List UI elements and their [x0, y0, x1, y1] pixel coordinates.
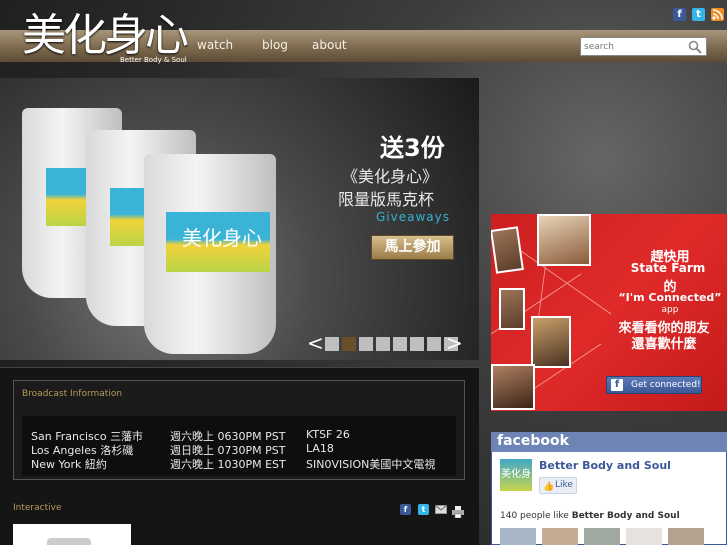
promo-giveaways: Giveaways — [376, 210, 450, 224]
mug-logo-text: 美化身心 — [182, 226, 262, 250]
site-tagline: Better Body & Soul — [120, 56, 187, 64]
rss-icon[interactable] — [711, 8, 724, 21]
mug-image: 美化身心 — [144, 154, 276, 354]
get-connected-label: Get connected! — [631, 380, 701, 390]
broadcast-channel: KTSF 26 — [306, 428, 350, 441]
search-input[interactable] — [584, 40, 684, 54]
slider-dot[interactable] — [342, 337, 356, 351]
slider-prev-icon[interactable]: < — [307, 332, 324, 354]
nav-watch[interactable]: watch — [197, 38, 233, 52]
fan-avatar[interactable] — [500, 528, 536, 545]
broadcast-title: Broadcast Information — [22, 389, 123, 399]
promo-subtitle-2: 限量版馬克杯 — [338, 190, 435, 209]
slider-dot[interactable] — [427, 337, 441, 351]
interactive-title: Interactive — [13, 503, 62, 513]
search-icon[interactable] — [688, 40, 702, 54]
facebook-logo[interactable]: facebook — [497, 433, 569, 449]
facebook-icon[interactable]: f — [673, 8, 686, 21]
fan-avatar[interactable] — [626, 528, 662, 545]
ad-line-4: app — [661, 305, 679, 315]
broadcast-time: 週六晚上 1030PM EST — [170, 458, 286, 471]
twitter-icon[interactable]: t — [418, 504, 429, 515]
slider-dot[interactable] — [325, 337, 339, 351]
slider-dot[interactable] — [393, 337, 407, 351]
promo-subtitle: 《美化身心》 — [342, 167, 439, 186]
facebook-page-avatar[interactable]: 美化身心 — [500, 459, 532, 512]
thumbs-up-icon: 👍 — [543, 482, 555, 492]
print-icon[interactable] — [452, 503, 464, 519]
get-connected-button[interactable]: f Get connected! — [606, 376, 702, 394]
slider-next-icon[interactable]: > — [446, 332, 463, 354]
broadcast-city: New York 紐約 — [31, 458, 107, 471]
ad-brand-logo: State Farm — [630, 261, 706, 275]
ad-line-6: 還喜歡什麼 — [631, 337, 697, 352]
interactive-thumbnail[interactable] — [13, 524, 131, 545]
broadcast-channel: SIN0VISION美國中文電視 — [306, 458, 436, 471]
nav-blog[interactable]: blog — [262, 38, 288, 52]
facebook-count-page[interactable]: Better Body and Soul — [572, 511, 680, 521]
facebook-count-prefix: 140 people like — [500, 511, 569, 521]
facebook-like-count: 140 people like Better Body and Soul — [500, 511, 680, 521]
twitter-icon[interactable]: t — [692, 8, 705, 21]
facebook-icon: f — [611, 379, 623, 391]
promo-title: 送3份 — [380, 134, 445, 162]
slider-dot[interactable] — [410, 337, 424, 351]
broadcast-channel: LA18 — [306, 442, 334, 455]
fan-avatar[interactable] — [542, 528, 578, 545]
join-button[interactable]: 馬上參加 — [371, 235, 454, 260]
facebook-like-label: Like — [555, 480, 573, 490]
slider-dot[interactable] — [376, 337, 390, 351]
email-icon[interactable] — [435, 505, 447, 514]
fan-avatar[interactable] — [668, 528, 704, 545]
ad-line-3: “I'm Connected” — [618, 291, 722, 304]
facebook-like-button[interactable]: 👍 Like — [539, 477, 577, 494]
search-box — [580, 37, 707, 56]
facebook-icon[interactable]: f — [400, 504, 411, 515]
nav-about[interactable]: about — [312, 38, 347, 52]
facebook-page-name[interactable]: Better Body and Soul — [539, 459, 671, 472]
slider-dot[interactable] — [359, 337, 373, 351]
fan-avatar[interactable] — [584, 528, 620, 545]
